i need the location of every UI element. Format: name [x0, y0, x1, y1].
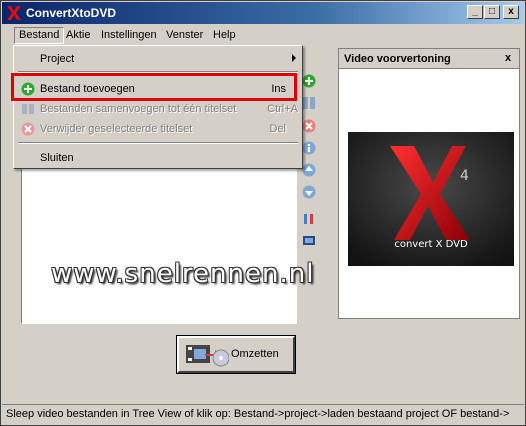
- convert-icon: [186, 345, 229, 367]
- info-icon[interactable]: [302, 141, 316, 155]
- menu-item-bestanden-samenvoegen[interactable]: Bestanden samenvoegen tot één titelset C…: [16, 99, 300, 119]
- video-preview-panel: Video voorvertoning x 4 convert X DVD: [338, 48, 520, 319]
- merge-icon[interactable]: [302, 96, 316, 110]
- menu-item-label: Project: [40, 53, 75, 65]
- highlight-annotation: [11, 73, 297, 101]
- menu-item-project[interactable]: Project: [16, 49, 300, 69]
- menu-bestand[interactable]: Bestand: [14, 27, 65, 44]
- preview-logo-text: convert X DVD: [394, 239, 468, 250]
- move-up-icon[interactable]: [302, 163, 316, 177]
- delete-icon: [21, 122, 35, 136]
- close-button[interactable]: x: [503, 5, 519, 19]
- menu-item-sluiten[interactable]: Sluiten: [16, 148, 300, 168]
- convert-button[interactable]: Omzetten: [176, 335, 296, 374]
- preview-header: Video voorvertoning x: [339, 49, 519, 69]
- preview-close-icon[interactable]: x: [505, 52, 511, 64]
- bestand-dropdown-menu: Project Bestand toevoegen Ins Bestanden …: [13, 45, 303, 169]
- menu-aktie[interactable]: Aktie: [61, 27, 95, 44]
- menu-item-label: Verwijder geselecteerde titelset: [40, 123, 193, 135]
- move-down-icon[interactable]: [302, 185, 316, 199]
- tools-icon[interactable]: [302, 211, 316, 225]
- menu-separator: [18, 142, 298, 144]
- menu-venster[interactable]: Venster: [161, 27, 208, 44]
- delete-icon[interactable]: [302, 119, 316, 133]
- status-text: Sleep video bestanden in Tree View of kl…: [6, 408, 510, 420]
- title-bar[interactable]: ConvertXtoDVD _ □ x: [2, 2, 524, 24]
- merge-icon: [22, 104, 34, 114]
- menu-help[interactable]: Help: [208, 27, 241, 44]
- preview-title: Video voorvertoning: [344, 53, 451, 65]
- add-icon[interactable]: [302, 74, 316, 88]
- monitor-icon[interactable]: [302, 234, 316, 248]
- menu-item-shortcut: Ctrl+A: [267, 103, 298, 115]
- svg-text:4: 4: [460, 168, 469, 184]
- menu-bar: Bestand Aktie Instellingen Venster Help: [2, 25, 524, 45]
- app-logo-icon: [7, 6, 21, 20]
- menu-item-verwijder-titelset[interactable]: Verwijder geselecteerde titelset Del: [16, 119, 300, 139]
- menu-instellingen[interactable]: Instellingen: [96, 27, 162, 44]
- menu-item-label: Sluiten: [40, 152, 74, 164]
- convert-button-label: Omzetten: [231, 348, 279, 360]
- status-bar: Sleep video bestanden in Tree View of kl…: [2, 404, 524, 424]
- minimize-button[interactable]: _: [467, 5, 483, 19]
- menu-item-shortcut: Del: [269, 123, 286, 135]
- menu-item-label: Bestanden samenvoegen tot één titelset: [40, 103, 237, 115]
- window-title: ConvertXtoDVD: [26, 6, 117, 20]
- submenu-arrow-icon: [292, 54, 296, 62]
- preview-image: 4 convert X DVD: [348, 132, 514, 266]
- app-window: ConvertXtoDVD _ □ x Bestand Aktie Instel…: [0, 0, 526, 426]
- maximize-button[interactable]: □: [484, 5, 500, 19]
- watermark-text: www.snelrennen.nl: [51, 259, 315, 289]
